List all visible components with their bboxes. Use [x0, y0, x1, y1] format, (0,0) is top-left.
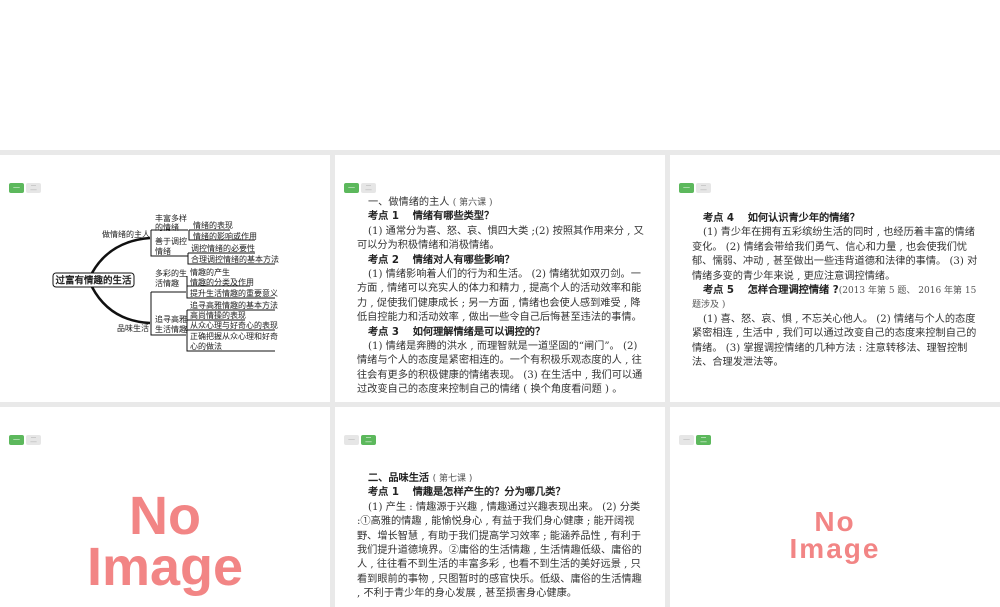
node-rich-emotions: 丰富多样 — [155, 213, 187, 223]
leaf: 从众心理与好奇心的表现 — [190, 320, 278, 330]
slide-thumbnail-4[interactable]: 一 二 No Image — [0, 407, 330, 607]
leaf: 合理调控情绪的基本方法 — [191, 254, 279, 264]
key-point-heading: 考点 1 情绪有哪些类型？ — [368, 211, 495, 223]
leaf: 提升生活情趣的重要意义 — [190, 288, 278, 298]
key-point-heading: 考点 3 如何理解情绪是可以调控的？ — [368, 326, 546, 338]
tab-section-2[interactable]: 二 — [361, 183, 376, 193]
tab-section-2[interactable]: 二 — [696, 435, 711, 445]
key-point-heading: 考点 1 情趣是怎样产生的？分为哪几类？ — [368, 487, 566, 499]
slide-thumbnail-3[interactable]: 一 二 考点 4 如何认识青少年的情绪？ (1) 青少年在拥有五彩缤纷生活的同时… — [670, 155, 1000, 402]
section-note: ( 第六课 ) — [452, 198, 493, 208]
section-tabs: 一 二 — [344, 435, 376, 445]
tab-section-1[interactable]: 一 — [679, 435, 694, 445]
leaf: 高尚情操的表现 — [190, 310, 246, 320]
leaf: 调控情绪的必要性 — [191, 243, 255, 253]
tab-section-1[interactable]: 一 — [679, 183, 694, 193]
key-point-heading: 考点 4 如何认识青少年的情绪？ — [703, 213, 860, 224]
tab-section-1[interactable]: 一 — [344, 435, 359, 445]
slide-thumbnail-1[interactable]: 一 二 过富有情趣的生活 做情绪的主人 品味生活 丰富多样 的情绪 善于调控 情… — [0, 155, 330, 402]
tab-section-1[interactable]: 一 — [9, 435, 24, 445]
key-point-body: (1) 通常分为喜、怒、哀、惧四大类 ;(2) 按照其作用来分 , 又可以分为积… — [357, 225, 644, 252]
tab-section-2[interactable]: 二 — [26, 435, 41, 445]
no-image-text-1: No — [129, 486, 201, 546]
section-tabs: 一 二 — [679, 183, 711, 193]
connector-upper — [90, 236, 151, 274]
no-image-text-1: No — [814, 506, 856, 537]
key-point-body: (1) 喜、怒、哀、惧 , 不忘关心他人。 (2) 情绪与个人的态度紧密相连 ,… — [692, 313, 977, 369]
no-image-placeholder: No Image — [0, 486, 330, 598]
section-title: 一、做情绪的主人 — [368, 197, 450, 208]
slide-thumbnail-2[interactable]: 一 二 一、做情绪的主人 ( 第六课 ) 考点 1 情绪有哪些类型？ (1) 通… — [335, 155, 665, 402]
node-pursue-elegance: 追寻高雅 — [155, 314, 187, 324]
slide-thumbnail-6[interactable]: 一 二 No Image — [670, 407, 1000, 607]
mind-map: 过富有情趣的生活 做情绪的主人 品味生活 丰富多样 的情绪 善于调控 情绪 情绪… — [52, 213, 279, 352]
node-rich-emotions-2: 的情绪 — [155, 222, 179, 232]
slide-3-text: 考点 4 如何认识青少年的情绪？ (1) 青少年在拥有五彩缤纷生活的同时 , 也… — [692, 212, 982, 370]
key-point-heading: 考点 2 情绪对人有哪些影响？ — [368, 254, 515, 266]
key-point-heading: 考点 5 怎样合理调控情绪 ? — [703, 285, 839, 297]
center-node: 过富有情趣的生活 — [55, 275, 132, 287]
section-tabs: 一 二 — [9, 435, 41, 445]
key-point-body: (1) 情绪是奔腾的洪水 , 而理智就是一道坚固的“闸门”。 (2) 情绪与个人… — [357, 341, 643, 396]
no-image-placeholder: No Image — [670, 506, 1000, 564]
slide-5-text: 二、品味生活 ( 第七课 ) 考点 1 情趣是怎样产生的？分为哪几类？ (1) … — [357, 472, 647, 602]
tab-section-1[interactable]: 一 — [344, 183, 359, 193]
slide-thumbnail-5[interactable]: 一 二 二、品味生活 ( 第七课 ) 考点 1 情趣是怎样产生的？分为哪几类？ … — [335, 407, 665, 607]
node-regulate-emotions-2: 情绪 — [155, 246, 171, 256]
no-image-text-2: Image — [86, 537, 244, 598]
node-regulate-emotions: 善于调控 — [155, 236, 187, 246]
tab-section-2[interactable]: 二 — [696, 183, 711, 193]
leaf: 情绪的影响或作用 — [193, 231, 257, 241]
node-colorful-interests-2: 活情趣 — [155, 278, 179, 288]
section-tabs: 一 二 — [679, 435, 711, 445]
leaf: 情绪的表现 — [193, 220, 233, 230]
tab-section-2[interactable]: 二 — [361, 435, 376, 445]
no-image-text-2: Image — [789, 532, 881, 564]
top-blank-area — [0, 0, 1000, 150]
leaf: 情趣的产生 — [190, 267, 230, 277]
leaf: 正确把握从众心理和好奇 — [190, 331, 278, 341]
branch-2-label: 品味生活 — [117, 323, 149, 333]
section-note: ( 第七课 ) — [432, 474, 473, 484]
key-point-body: (1) 产生 : 情趣源于兴趣 , 情趣通过兴趣表现出来。 (2) 分类 :①高… — [357, 501, 642, 600]
node-colorful-interests: 多彩的生 — [155, 268, 187, 278]
node-pursue-elegance-2: 生活情趣 — [155, 324, 187, 334]
leaf: 追寻高雅情趣的基本方法 — [190, 300, 278, 310]
branch-1-label: 做情绪的主人 — [102, 229, 150, 239]
slide-2-text: 一、做情绪的主人 ( 第六课 ) 考点 1 情绪有哪些类型？ (1) 通常分为喜… — [357, 196, 647, 398]
section-title: 二、品味生活 — [368, 473, 430, 484]
connector-lower — [90, 286, 151, 325]
key-point-body: (1) 情绪影响着人们的行为和生活。 (2) 情绪犹如双刃剑。一方面 , 情绪可… — [357, 269, 642, 324]
section-tabs: 一 二 — [344, 183, 376, 193]
leaf: 心的做法 — [190, 341, 222, 351]
leaf: 情趣的分类及作用 — [190, 277, 254, 287]
key-point-body: (1) 青少年在拥有五彩缤纷生活的同时 , 也经历着丰富的情绪变化。 (2) 情… — [692, 227, 978, 282]
